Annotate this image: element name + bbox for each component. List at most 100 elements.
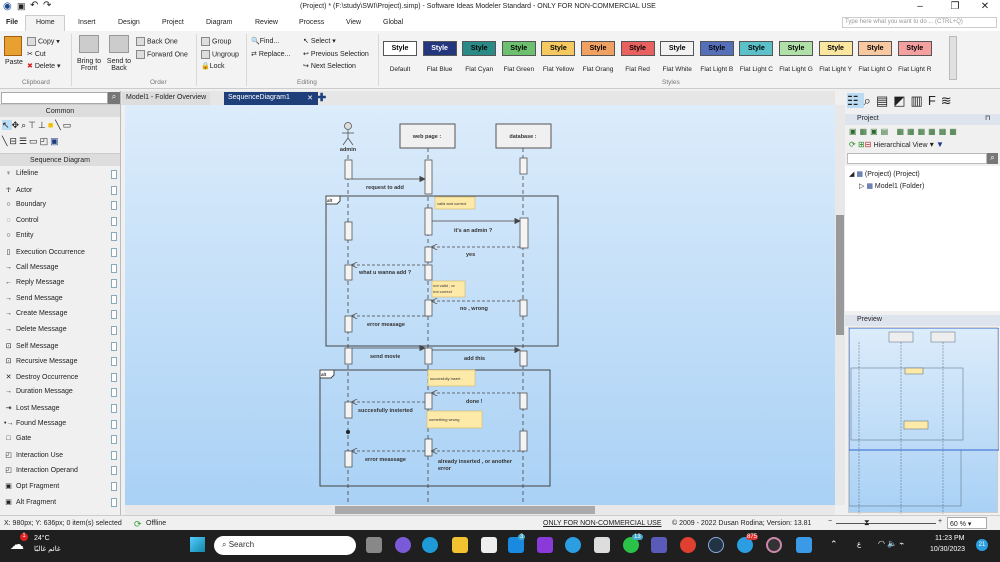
line-icon[interactable]: ╲ bbox=[55, 120, 62, 130]
style-button[interactable]: Style bbox=[383, 41, 417, 56]
palette-item[interactable]: ⊡ Recursive Message bbox=[4, 357, 120, 371]
zoom-slider-thumb[interactable]: ⧗ bbox=[864, 518, 870, 528]
note-success[interactable]: succesfully insert . bbox=[430, 376, 463, 381]
style-button[interactable]: Style bbox=[699, 41, 734, 56]
project-toolbar[interactable]: ▣▦▣▤ ▦▦▦▦▦▦ bbox=[849, 127, 960, 136]
lock-button[interactable]: 🔒Lock bbox=[201, 62, 225, 70]
inspect-icon[interactable]: ⌕ bbox=[864, 93, 876, 108]
palette-item[interactable]: ◌ Control bbox=[4, 216, 120, 231]
clock-time[interactable]: 11:23 PM bbox=[935, 535, 964, 542]
zoom-slider[interactable] bbox=[836, 523, 936, 524]
style-button[interactable]: Style bbox=[501, 41, 536, 56]
palette-item[interactable]: → Duration Message bbox=[4, 388, 120, 402]
notification-badge[interactable]: 21 bbox=[976, 539, 988, 551]
tree-item-project[interactable]: ◢ ▦ (Project) (Project) bbox=[849, 170, 920, 178]
pin-icon[interactable]: ⊤ bbox=[28, 120, 38, 130]
palette-item[interactable]: ◰ Interaction Use bbox=[4, 450, 120, 465]
ungroup-button[interactable]: Ungroup bbox=[201, 50, 239, 59]
close-button[interactable]: ✕ bbox=[975, 1, 995, 12]
note-valid[interactable]: valid and correct bbox=[437, 201, 467, 206]
search-box[interactable]: ⌕ Search bbox=[214, 536, 356, 555]
start-button[interactable] bbox=[190, 537, 205, 552]
language-indicator[interactable]: ع bbox=[857, 540, 861, 548]
zoom-select[interactable]: 60 % ▾ bbox=[947, 517, 987, 529]
style-button[interactable]: Style bbox=[462, 41, 497, 56]
styles-scroll[interactable] bbox=[949, 36, 957, 80]
close-tab-icon[interactable]: ✕ bbox=[307, 94, 313, 102]
chrome-icon[interactable] bbox=[680, 537, 696, 553]
tab-project[interactable]: Project bbox=[162, 19, 184, 26]
collapse-icon[interactable]: ⊟ bbox=[865, 140, 872, 149]
offline-status[interactable]: Offline bbox=[146, 520, 166, 527]
send-back-button[interactable]: Send to Back bbox=[105, 58, 133, 72]
edge-icon[interactable] bbox=[422, 537, 438, 553]
select-button[interactable]: ↖ Select ▾ bbox=[303, 37, 336, 45]
common-header[interactable]: Common bbox=[0, 104, 120, 117]
bring-front-button[interactable]: Bring to Front bbox=[75, 58, 103, 72]
tab-review[interactable]: Review bbox=[255, 19, 278, 26]
search-icon[interactable]: ⌕ bbox=[987, 153, 998, 164]
zoom-out-button[interactable]: − bbox=[828, 518, 832, 525]
back-one-button[interactable]: Back One bbox=[136, 37, 178, 46]
next-selection-button[interactable]: ↪ Next Selection bbox=[303, 62, 356, 70]
style-button[interactable]: Style bbox=[779, 41, 813, 56]
palette-item[interactable]: ○ Boundary bbox=[4, 201, 120, 215]
horizontal-scrollbar[interactable] bbox=[125, 505, 835, 515]
note-not-valid-2[interactable]: not correct bbox=[433, 289, 453, 294]
diagram-canvas[interactable]: admin web page : database : alt alt vali… bbox=[125, 105, 835, 505]
media-player-icon[interactable] bbox=[766, 537, 782, 553]
palette-item[interactable]: ▣ Opt Fragment bbox=[4, 482, 120, 496]
pin-icon[interactable]: ⊓ bbox=[985, 114, 990, 122]
style-button[interactable]: Style bbox=[620, 41, 655, 56]
tab-diagram[interactable]: Diagram bbox=[206, 19, 232, 26]
palette-item[interactable]: ← Reply Message bbox=[4, 279, 120, 293]
forward-one-button[interactable]: Forward One bbox=[136, 50, 188, 59]
panel-switcher[interactable]: ☷⌕▤◩▥F≋ bbox=[847, 93, 957, 109]
style-button[interactable]: Style bbox=[422, 41, 457, 56]
table-icon[interactable]: ☰ bbox=[19, 136, 29, 146]
maximize-button[interactable]: ❐ bbox=[945, 1, 965, 12]
paste-button[interactable]: Paste bbox=[5, 59, 23, 66]
store-icon[interactable] bbox=[481, 537, 497, 553]
group-button[interactable]: Group bbox=[201, 37, 231, 46]
anchor-icon[interactable]: ⊥ bbox=[38, 120, 48, 130]
palette-item[interactable]: ⊡ Self Message bbox=[4, 341, 120, 356]
palette-item[interactable]: ✕ Destroy Occurrence bbox=[4, 372, 120, 387]
tab-sequence-diagram[interactable]: SequenceDiagram1 ✕ bbox=[224, 92, 318, 105]
refresh-icon[interactable]: ⟳ bbox=[849, 140, 856, 149]
palette-item[interactable]: ▯ Execution Occurrence bbox=[4, 248, 120, 262]
image-icon[interactable]: ▭ bbox=[63, 120, 74, 130]
filter-icon[interactable]: ▼ bbox=[936, 140, 944, 149]
actor-admin[interactable] bbox=[342, 122, 354, 146]
project-search-input[interactable] bbox=[847, 153, 987, 164]
tree-item-model1[interactable]: ▷ ▦ Model1 (Folder) bbox=[859, 182, 924, 190]
telegram-icon[interactable] bbox=[565, 537, 581, 553]
task-view-icon[interactable] bbox=[366, 537, 382, 553]
note-wrong[interactable]: something wrong bbox=[429, 417, 459, 422]
delete-button[interactable]: ✖ Delete ▾ bbox=[27, 62, 61, 70]
vertical-scrollbar[interactable] bbox=[835, 105, 845, 505]
teams-icon[interactable] bbox=[395, 537, 411, 553]
move-icon[interactable]: ✥ bbox=[12, 120, 22, 130]
pencils-icon[interactable]: ▥ bbox=[911, 93, 928, 108]
palette-item[interactable]: □ Gate bbox=[4, 435, 120, 449]
ask-input[interactable]: Type here what you want to do ... (CTRL+… bbox=[842, 17, 997, 28]
expand-icon[interactable]: ⊞ bbox=[858, 140, 865, 149]
palette-item[interactable]: •→ Found Message bbox=[4, 419, 120, 434]
common-tools[interactable]: ↖✥⌕⊤⊥■╲▭ bbox=[2, 120, 73, 131]
photos-icon[interactable] bbox=[796, 537, 812, 553]
palette-item[interactable]: ○ Entity bbox=[4, 232, 120, 246]
replace-button[interactable]: ⇄ Replace... bbox=[251, 50, 290, 58]
layers-icon[interactable]: ≋ bbox=[941, 93, 957, 108]
zoom-in-button[interactable]: + bbox=[938, 518, 942, 525]
style-button[interactable]: Style bbox=[541, 41, 576, 56]
license-link[interactable]: ONLY FOR NON-COMMERCIAL USE bbox=[543, 520, 662, 527]
style-button[interactable]: Style bbox=[858, 41, 893, 56]
palette-item[interactable]: → Delete Message bbox=[4, 326, 120, 340]
note-not-valid[interactable]: not valid , or bbox=[433, 283, 455, 288]
search-icon[interactable]: ⌕ bbox=[108, 92, 120, 104]
pointer-icon[interactable]: ↖ bbox=[2, 120, 12, 130]
palette-item[interactable]: → Call Message bbox=[4, 263, 120, 278]
style-button[interactable]: Style bbox=[660, 41, 695, 56]
minimize-button[interactable]: – bbox=[910, 1, 930, 12]
